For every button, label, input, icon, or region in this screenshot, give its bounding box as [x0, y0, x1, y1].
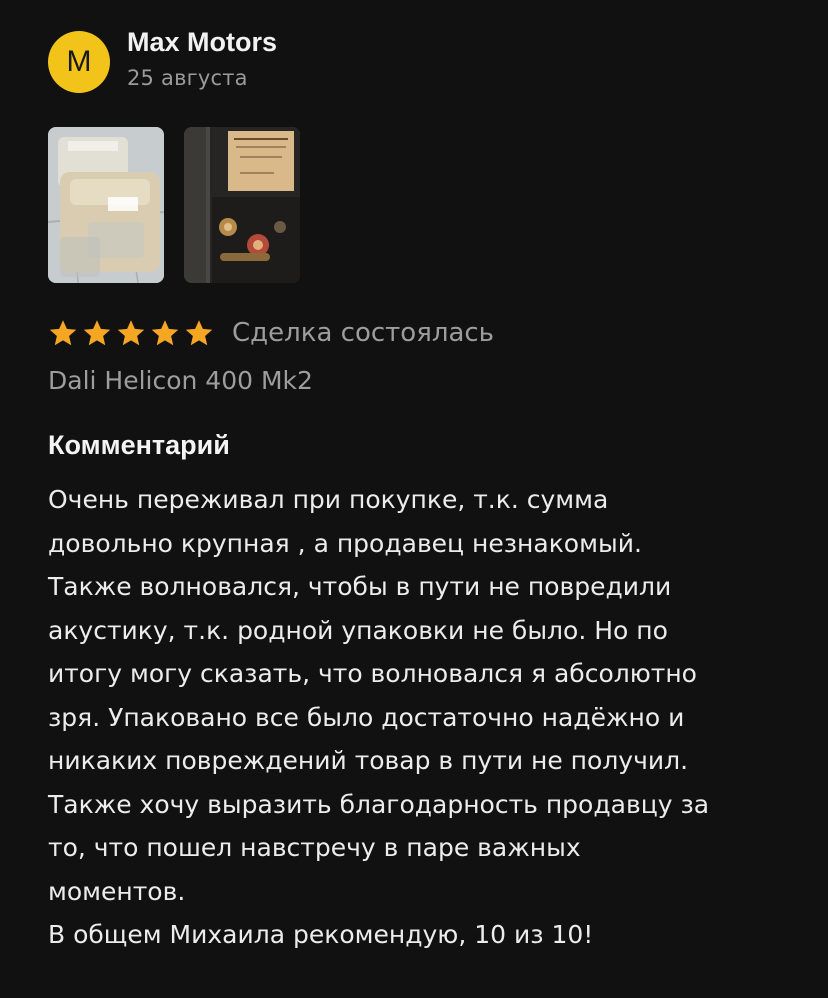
author-info: Max Motors 25 августа	[127, 28, 277, 90]
photo-rear-panel-image	[184, 127, 300, 283]
comment-heading: Комментарий	[48, 430, 230, 460]
star-rating	[48, 318, 214, 348]
review-photos	[48, 127, 300, 283]
photo-packaging-image	[48, 127, 164, 283]
star-icon	[151, 320, 179, 346]
avatar[interactable]: M	[48, 31, 110, 93]
comment-text: Очень переживал при покупке, т.к. сумма …	[48, 485, 710, 949]
star-icon	[185, 320, 213, 346]
author-name[interactable]: Max Motors	[127, 28, 277, 56]
star-icon	[83, 320, 111, 346]
review-date: 25 августа	[127, 66, 248, 90]
star-icon	[49, 320, 77, 346]
product-name[interactable]: Dali Helicon 400 Mk2	[48, 366, 313, 395]
star-icon	[117, 320, 145, 346]
review-photo-2[interactable]	[184, 127, 300, 283]
rating-row: Сделка состоялась	[48, 318, 494, 348]
review-header: M Max Motors 25 августа	[48, 28, 277, 93]
deal-status: Сделка состоялась	[232, 318, 495, 348]
review-photo-1[interactable]	[48, 127, 164, 283]
